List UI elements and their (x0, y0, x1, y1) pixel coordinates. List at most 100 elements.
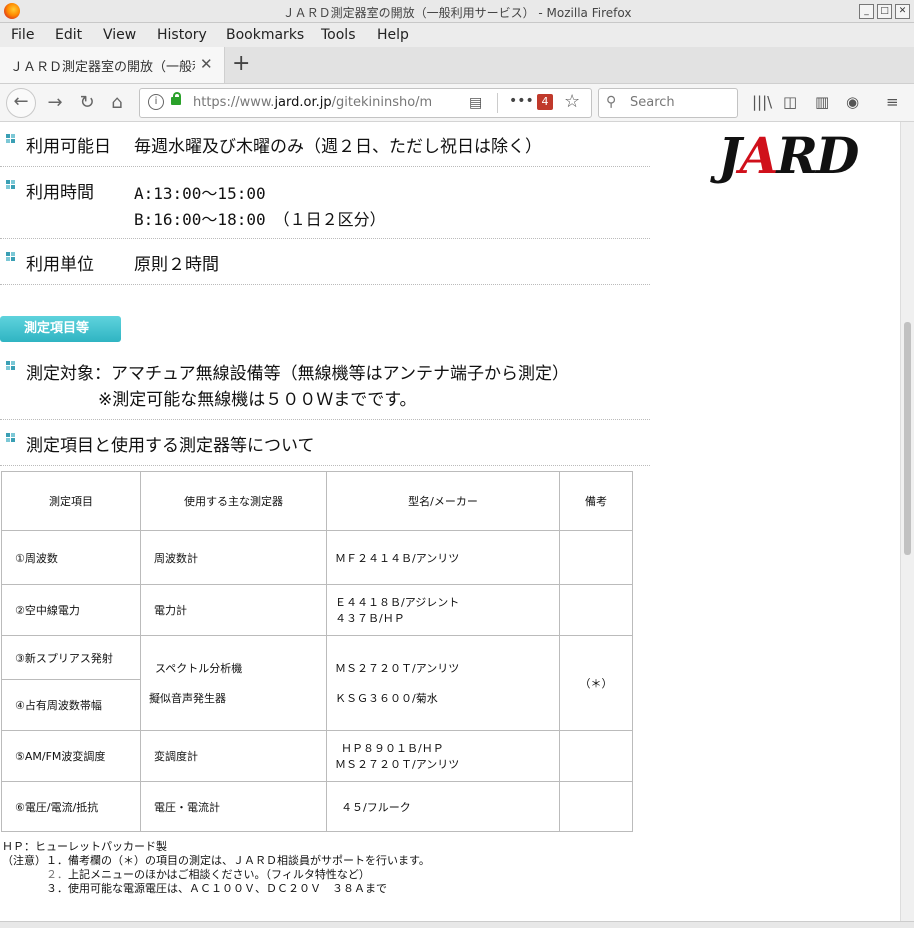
reader-view-icon[interactable]: ▤ (469, 95, 482, 111)
table-cell: ＭＳ２７２０Ｔ/アンリツ ＫＳＧ３６００/菊水 (326, 635, 560, 731)
tab-bar: ＪＡＲＤ測定器室の開放（一般利 ✕ + (0, 47, 914, 84)
table-cell: 周波数計 (140, 530, 327, 585)
value-available-days: 毎週水曜及び木曜のみ（週２日、ただし祝日は除く） (134, 137, 542, 157)
table-row: ⑥電圧/電流/抵抗 電圧・電流計 ４５/フルーク (1, 781, 633, 832)
instrument-line: 擬似音声発生器 (149, 692, 226, 705)
close-tab-icon[interactable]: ✕ (200, 55, 213, 73)
new-tab-button[interactable]: + (232, 51, 250, 76)
account-icon[interactable]: ◉ (846, 93, 859, 111)
library-icon[interactable]: |||\ (752, 93, 772, 111)
table-header: 型名/メーカー (326, 471, 560, 531)
bookmark-star-icon[interactable]: ☆ (564, 91, 580, 112)
tab-jard[interactable]: ＪＡＲＤ測定器室の開放（一般利 ✕ (0, 47, 225, 83)
sidebar-icon[interactable]: ◫ (783, 93, 797, 111)
scrollbar-thumb[interactable] (904, 322, 911, 555)
value-unit: 原則２時間 (134, 255, 219, 275)
lock-icon (171, 92, 181, 105)
menu-bookmarks[interactable]: Bookmarks (226, 27, 304, 43)
table-cell (559, 781, 633, 832)
search-box[interactable]: ⚲ Search (598, 88, 738, 118)
table-cell: ＨＰ８９０１Ｂ/ＨＰ ＭＳ２７２０Ｔ/アンリツ (326, 730, 560, 782)
minimize-button[interactable]: _ (859, 4, 874, 19)
url-bar[interactable]: i https://www.jard.or.jp/gitekininsho/m … (139, 88, 592, 118)
reload-button[interactable]: ↻ (74, 90, 100, 116)
table-cell: 電圧・電流計 (140, 781, 327, 832)
measurement-table: 測定項目 使用する主な測定器 型名/メーカー 備考 ①周波数 周波数計 ＭＦ２４… (1, 471, 633, 832)
table-row: ⑤AM/FM波変調度 変調度計 ＨＰ８９０１Ｂ/ＨＰ ＭＳ２７２０Ｔ/アンリツ (1, 730, 633, 782)
table-cell: ⑤AM/FM波変調度 (1, 730, 141, 782)
model-line: ＫＳＧ３６００/菊水 (335, 692, 438, 705)
table-cell: ④占有周波数帯幅 (1, 679, 141, 731)
divider (0, 284, 650, 285)
table-row: ③新スプリアス発射 スペクトル分析機 擬似音声発生器 ＭＳ２７２０Ｔ/アンリツ … (1, 635, 633, 731)
table-header-row: 測定項目 使用する主な測定器 型名/メーカー 備考 (1, 471, 633, 531)
url-separator (497, 93, 498, 113)
label-hours: 利用時間 (26, 183, 94, 203)
menu-history[interactable]: History (157, 27, 207, 43)
section-heading-measurement: 測定項目等 (0, 316, 121, 342)
close-window-button[interactable]: ✕ (895, 4, 910, 19)
table-cell (559, 584, 633, 636)
value-hours-b: B:16:00～18:00 （１日２区分） (134, 210, 386, 229)
table-cell: ⑥電圧/電流/抵抗 (1, 781, 141, 832)
forward-button[interactable]: → (42, 90, 68, 116)
window-title: ＪＡＲＤ測定器室の開放（一般利用サービス） - Mozilla Firefox (282, 6, 632, 20)
bullet-icon (6, 361, 15, 370)
instrument-line: スペクトル分析機 (155, 662, 243, 675)
model-line: Ｅ４４１８Ｂ/アジレント (335, 596, 460, 609)
search-icon: ⚲ (606, 94, 617, 110)
search-placeholder: Search (630, 95, 675, 110)
table-cell (559, 730, 633, 782)
note-3: ３．使用可能な電源電圧は、ＡＣ１００Ｖ、ＤＣ２０Ｖ ３８Ａまで (46, 882, 387, 895)
table-cell: ③新スプリアス発射 (1, 635, 141, 680)
window-titlebar: ＪＡＲＤ測定器室の開放（一般利用サービス） - Mozilla Firefox … (0, 0, 914, 23)
label-available-days: 利用可能日 (26, 137, 111, 157)
measurement-target-note: ※測定可能な無線機は５００Ｗまでです。 (98, 390, 417, 410)
bullet-icon (6, 180, 15, 189)
menu-tools[interactable]: Tools (321, 27, 356, 43)
menu-view[interactable]: View (103, 27, 136, 43)
menu-edit[interactable]: Edit (55, 27, 82, 43)
tab-title: ＪＡＲＤ測定器室の開放（一般利 (10, 60, 195, 75)
table-cell: ②空中線電力 (1, 584, 141, 636)
divider (0, 238, 650, 239)
table-cell (559, 530, 633, 585)
url-text[interactable]: https://www.jard.or.jp/gitekininsho/m (193, 95, 431, 110)
table-cell: ①周波数 (1, 530, 141, 585)
label-unit: 利用単位 (26, 255, 94, 275)
model-line: ＭＳ２７２０Ｔ/アンリツ (335, 662, 460, 675)
model-line: ＨＰ８９０１Ｂ/ＨＰ (341, 742, 444, 755)
menu-bar: File Edit View History Bookmarks Tools H… (0, 23, 914, 47)
page-actions-icon[interactable]: ••• (509, 93, 534, 109)
table-header: 備考 (559, 471, 633, 531)
page-content: JARD 利用可能日 毎週水曜及び木曜のみ（週２日、ただし祝日は除く） 利用時間… (0, 122, 900, 922)
divider (0, 419, 650, 420)
vertical-scrollbar[interactable] (900, 122, 914, 922)
maximize-button[interactable]: □ (877, 4, 892, 19)
value-hours-a: A:13:00～15:00 (134, 184, 266, 203)
pocket-badge[interactable]: 4 (537, 94, 553, 110)
table-cell: 電力計 (140, 584, 327, 636)
divider (0, 465, 650, 466)
hamburger-menu-icon[interactable]: ≡ (886, 93, 899, 111)
model-line: ４３７Ｂ/ＨＰ (335, 612, 405, 625)
divider (0, 166, 650, 167)
table-header: 使用する主な測定器 (140, 471, 327, 531)
extension-icon[interactable]: ▥ (815, 93, 829, 111)
table-cell: スペクトル分析機 擬似音声発生器 (140, 635, 327, 731)
nav-bar: ← → ↻ ⌂ i https://www.jard.or.jp/gitekin… (0, 84, 914, 122)
menu-help[interactable]: Help (377, 27, 409, 43)
table-cell: Ｅ４４１８Ｂ/アジレント ４３７Ｂ/ＨＰ (326, 584, 560, 636)
table-cell: ４５/フルーク (326, 781, 560, 832)
bullet-icon (6, 433, 15, 442)
table-row: ①周波数 周波数計 ＭＦ２４１４Ｂ/アンリツ (1, 530, 633, 585)
info-icon[interactable]: i (148, 94, 164, 110)
table-cell: ＭＦ２４１４Ｂ/アンリツ (326, 530, 560, 585)
menu-file[interactable]: File (11, 27, 34, 43)
table-row: ②空中線電力 電力計 Ｅ４４１８Ｂ/アジレント ４３７Ｂ/ＨＰ (1, 584, 633, 636)
back-button[interactable]: ← (6, 88, 36, 118)
bullet-icon (6, 252, 15, 261)
table-header: 測定項目 (1, 471, 141, 531)
measurement-target: 測定対象：アマチュア無線設備等（無線機等はアンテナ端子から測定） (26, 364, 569, 384)
home-button[interactable]: ⌂ (104, 90, 130, 116)
